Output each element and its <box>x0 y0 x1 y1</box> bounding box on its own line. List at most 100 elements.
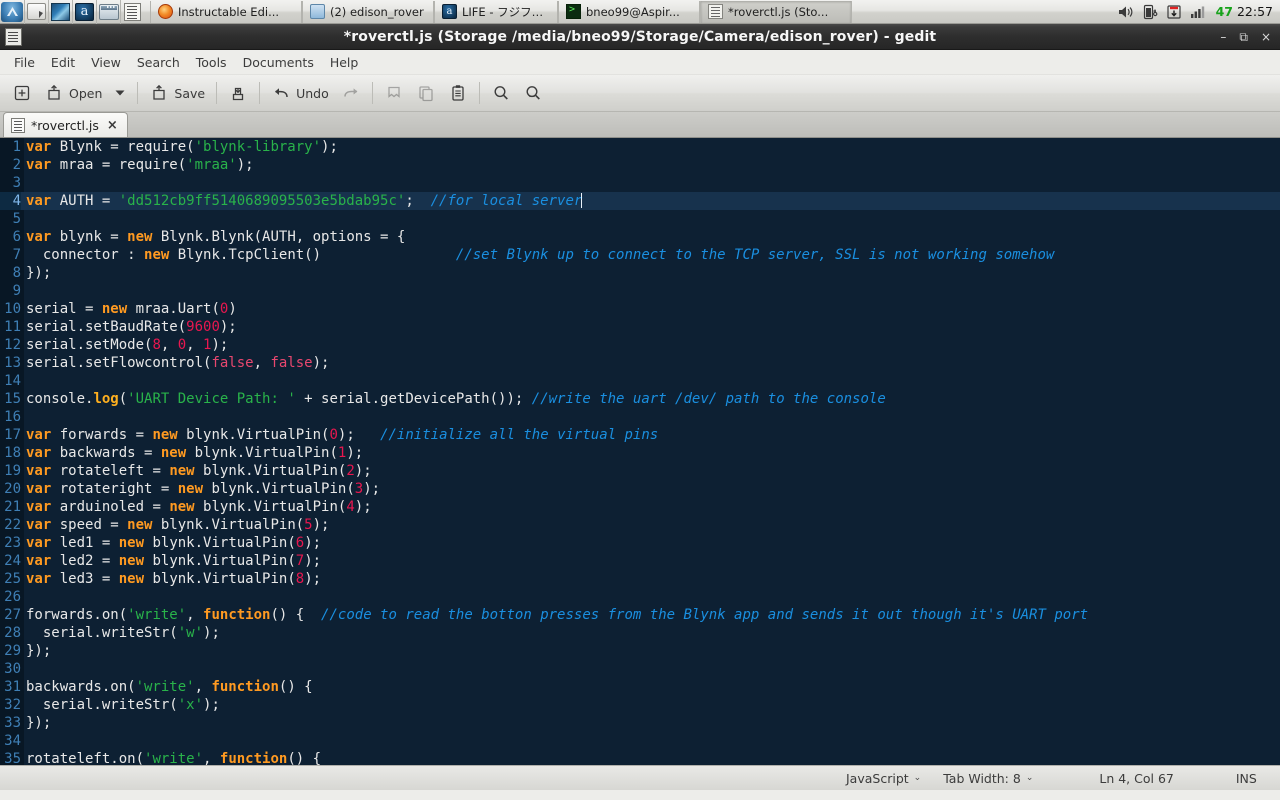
code-line[interactable]: 29}); <box>0 642 1280 660</box>
code-token: 'write' <box>135 679 195 695</box>
code-token: function <box>211 679 279 695</box>
code-area[interactable]: 1 var Blynk = require('blynk-library'); 2 v… <box>0 138 1280 765</box>
find-button[interactable] <box>485 78 517 108</box>
battery-charging-icon[interactable] <box>1141 3 1159 21</box>
cut-button[interactable] <box>378 78 410 108</box>
code-line[interactable]: 18 var backwards = new blynk.VirtualPin(1… <box>0 444 1280 462</box>
new-document-button[interactable] <box>6 78 38 108</box>
menu-tools[interactable]: Tools <box>188 53 235 72</box>
speaker-icon[interactable] <box>1117 3 1135 21</box>
close-button[interactable]: × <box>1261 31 1271 43</box>
menu-edit[interactable]: Edit <box>43 53 83 72</box>
code-token: backwards.on( <box>26 679 136 695</box>
taskbar-window-button[interactable]: bneo99@Aspir... <box>558 0 700 23</box>
code-line[interactable]: 1 var Blynk = require('blynk-library'); <box>0 138 1280 156</box>
redo-button[interactable] <box>335 78 367 108</box>
code-token: blynk.VirtualPin( <box>152 517 305 533</box>
code-token: //for local server <box>430 193 583 209</box>
code-token: new <box>144 247 170 263</box>
copy-button[interactable] <box>410 78 442 108</box>
open-dropdown-button[interactable] <box>108 78 132 108</box>
menu-view[interactable]: View <box>83 53 129 72</box>
amazon-icon[interactable]: a <box>72 0 96 24</box>
code-line[interactable]: 26 <box>0 588 1280 606</box>
code-line[interactable]: 4 var AUTH = 'dd512cb9ff5140689095503e5bd… <box>0 192 1280 210</box>
code-line[interactable]: 15 console.log('UART Device Path: ' + ser… <box>0 390 1280 408</box>
code-line[interactable]: 19 var rotateleft = new blynk.VirtualPin(… <box>0 462 1280 480</box>
language-selector[interactable]: JavaScript ⌄ <box>846 771 921 786</box>
save-button[interactable]: Save <box>143 78 211 108</box>
minimize-button[interactable]: – <box>1220 31 1226 43</box>
code-line[interactable]: 3 <box>0 174 1280 192</box>
code-editor[interactable]: 1 var Blynk = require('blynk-library'); 2 v… <box>0 138 1280 765</box>
code-line[interactable]: 5 <box>0 210 1280 228</box>
code-line[interactable]: 13 serial.setFlowcontrol(false, false); <box>0 354 1280 372</box>
text-editor-icon[interactable] <box>120 0 144 24</box>
menu-help[interactable]: Help <box>322 53 367 72</box>
code-line[interactable]: 23 var led1 = new blynk.VirtualPin(6); <box>0 534 1280 552</box>
signal-bars-icon[interactable] <box>1189 3 1207 21</box>
code-line[interactable]: 25 var led3 = new blynk.VirtualPin(8); <box>0 570 1280 588</box>
insert-mode-label: INS <box>1235 770 1257 786</box>
code-line[interactable]: 32 serial.writeStr('x'); <box>0 696 1280 714</box>
app-menu-icon[interactable] <box>0 0 24 24</box>
code-line[interactable]: 30 <box>0 660 1280 678</box>
line-number: 4 <box>0 192 21 210</box>
line-number: 27 <box>0 606 21 624</box>
taskbar-window-label: *roverctl.js (Sto... <box>728 4 829 19</box>
taskbar-window-button[interactable]: Instructable Edi... <box>150 0 302 23</box>
code-token: , <box>186 607 204 623</box>
code-token: var <box>26 571 52 587</box>
title-bar: *roverctl.js (Storage /media/bneo99/Stor… <box>0 24 1280 50</box>
code-line[interactable]: 9 <box>0 282 1280 300</box>
menu-search[interactable]: Search <box>129 53 188 72</box>
menu-file[interactable]: File <box>6 53 43 72</box>
taskbar-window-button[interactable]: a LIFE - フジファ... <box>434 0 558 23</box>
term-icon <box>566 4 581 19</box>
code-line[interactable]: 16 <box>0 408 1280 426</box>
code-line[interactable]: 33}); <box>0 714 1280 732</box>
code-line[interactable]: 17 var forwards = new blynk.VirtualPin(0)… <box>0 426 1280 444</box>
code-line[interactable]: 10 serial = new mraa.Uart(0) <box>0 300 1280 318</box>
code-line[interactable]: 24 var led2 = new blynk.VirtualPin(7); <box>0 552 1280 570</box>
file-manager-icon[interactable] <box>24 0 48 24</box>
code-line[interactable]: 28 serial.writeStr('w'); <box>0 624 1280 642</box>
code-token: ); <box>304 553 322 569</box>
tab-close-icon[interactable]: × <box>107 119 118 132</box>
code-line[interactable]: 35 rotateleft.on('write', function() { <box>0 750 1280 765</box>
open-button[interactable]: Open <box>38 78 108 108</box>
code-line[interactable]: 12 serial.setMode(8, 0, 1); <box>0 336 1280 354</box>
code-line[interactable]: 8}); <box>0 264 1280 282</box>
code-line[interactable]: 2 var mraa = require('mraa'); <box>0 156 1280 174</box>
insert-mode-indicator[interactable]: INS <box>1236 771 1257 786</box>
line-number: 31 <box>0 678 21 696</box>
code-line[interactable]: 14 <box>0 372 1280 390</box>
web-browser-icon[interactable] <box>48 0 72 24</box>
code-line[interactable]: 20 var rotateright = new blynk.VirtualPin… <box>0 480 1280 498</box>
menu-documents[interactable]: Documents <box>235 53 322 72</box>
code-line[interactable]: 31 backwards.on('write', function() { <box>0 678 1280 696</box>
code-line[interactable]: 7 connector : new Blynk.TcpClient() //se… <box>0 246 1280 264</box>
code-line[interactable]: 34 <box>0 732 1280 750</box>
code-line[interactable]: 6 var blynk = new Blynk.Blynk(AUTH, optio… <box>0 228 1280 246</box>
window-list-icon[interactable] <box>96 0 120 24</box>
code-token: ); <box>321 139 338 155</box>
undo-button[interactable]: Undo <box>265 78 335 108</box>
taskbar-window-button[interactable]: (2) edison_rover <box>302 0 434 23</box>
software-update-icon[interactable] <box>1165 3 1183 21</box>
code-line[interactable]: 22 var speed = new blynk.VirtualPin(5); <box>0 516 1280 534</box>
find-replace-button[interactable] <box>517 78 549 108</box>
taskbar: a Instructable Edi... (2) edison_rover a LI… <box>0 0 1280 24</box>
taskbar-window-button[interactable]: *roverctl.js (Sto... <box>700 0 852 23</box>
maximize-button[interactable]: ⧉ <box>1239 31 1248 43</box>
tab-width-selector[interactable]: Tab Width: 8 ⌄ <box>943 771 1033 786</box>
tab-roverctl-js[interactable]: *roverctl.js × <box>3 112 128 137</box>
code-line[interactable]: 21 var arduinoled = new blynk.VirtualPin(… <box>0 498 1280 516</box>
code-token: , <box>160 337 178 353</box>
clock-area[interactable]: 47 22:57 <box>1213 4 1273 19</box>
code-line[interactable]: 27 forwards.on('write', function() { //co… <box>0 606 1280 624</box>
code-token: 'write' <box>127 607 187 623</box>
print-button[interactable] <box>222 78 254 108</box>
code-line[interactable]: 11 serial.setBaudRate(9600); <box>0 318 1280 336</box>
paste-clipboard-button[interactable] <box>442 78 474 108</box>
